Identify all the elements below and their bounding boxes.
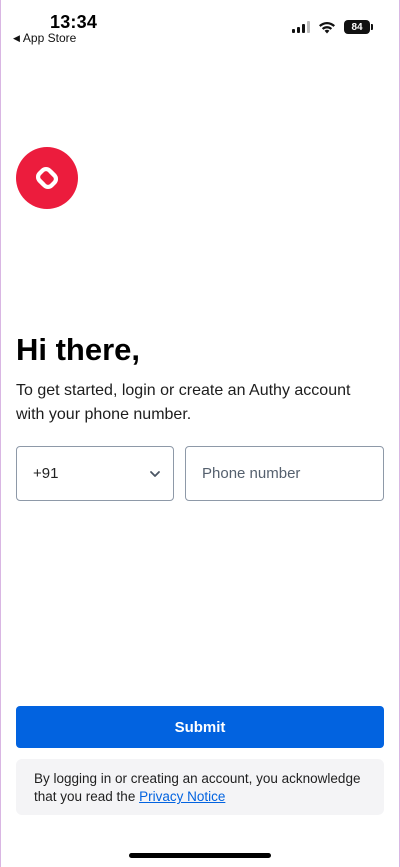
privacy-notice-link[interactable]: Privacy Notice [139,789,225,804]
wifi-icon [319,21,335,33]
chevron-down-icon [150,470,160,477]
country-code-select[interactable]: +91 [16,446,174,501]
intro-text: To get started, login or create an Authy… [16,382,351,423]
back-app-label: App Store [22,31,77,45]
page-title: Hi there, [16,332,141,367]
status-icons: 84 [292,20,373,34]
authy-logo-icon [16,147,78,209]
privacy-notice-box: By logging in or creating an account, yo… [16,759,384,815]
submit-button[interactable]: Submit [16,706,384,748]
status-time: 13:34 [50,12,98,32]
home-indicator[interactable] [129,853,271,858]
phone-number-input[interactable] [202,465,367,482]
back-arrow-icon: ◀ [13,32,20,43]
cellular-signal-icon [292,21,310,33]
authy-link-icon [36,167,58,189]
battery-level: 84 [351,21,363,33]
battery-icon: 84 [344,20,373,34]
phone-number-field[interactable] [185,446,384,501]
country-code-value: +91 [33,465,59,482]
back-to-app-store[interactable]: ◀ App Store [13,31,76,45]
